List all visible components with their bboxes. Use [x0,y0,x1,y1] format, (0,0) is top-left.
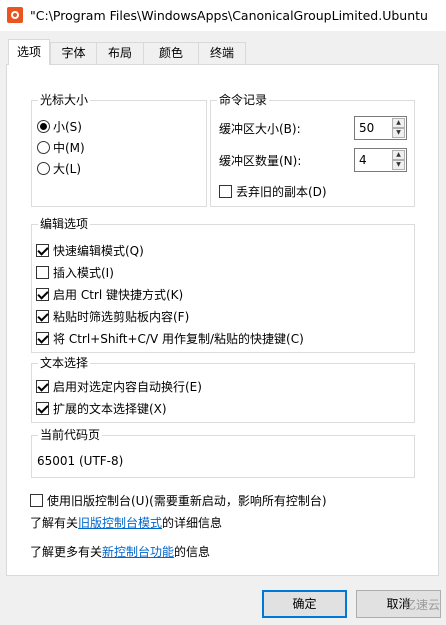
radio-medium-label: 中(M) [53,141,85,155]
tab-layout[interactable]: 布局 [96,42,144,64]
auto-wrap-option[interactable]: 启用对选定内容自动换行(E) [36,379,202,395]
buffer-size-up-arrow-icon[interactable]: ▲ [392,118,405,128]
ok-button[interactable]: 确定 [262,590,347,618]
cursor-size-large-option[interactable]: 大(L) [37,161,81,177]
new-features-suffix: 的信息 [174,545,211,559]
radio-large[interactable] [37,162,50,175]
buffer-size-down-arrow-icon[interactable]: ▼ [392,128,405,138]
buffer-count-label: 缓冲区数量(N): [219,154,302,168]
buffer-count-value[interactable]: 4 [359,153,367,168]
tab-colors[interactable]: 颜色 [143,42,199,64]
new-features-line: 了解更多有关新控制台功能的信息 [30,544,210,560]
text-selection-title: 文本选择 [38,356,91,370]
legacy-console-label: 使用旧版控制台(U)(需要重新启动，影响所有控制台) [47,494,327,508]
radio-large-label: 大(L) [53,162,82,176]
buffer-size-label: 缓冲区大小(B): [219,122,301,136]
window-title: "C:\Program Files\WindowsApps\CanonicalG… [30,8,428,23]
cursor-size-title: 光标大小 [38,93,91,107]
options-panel: 光标大小 小(S) 中(M) 大(L) 命令记录 缓冲区大小(B): 50 ▲ … [6,64,439,576]
ctrl-shortcuts-label: 启用 Ctrl 键快捷方式(K) [53,288,184,302]
radio-small-label: 小(S) [53,120,82,134]
filter-clipboard-option[interactable]: 粘贴时筛选剪贴板内容(F) [36,309,189,325]
legacy-info-suffix: 的详细信息 [162,516,223,530]
buffer-count-down-arrow-icon[interactable]: ▼ [392,160,405,170]
quick-edit-checkbox[interactable] [36,244,49,257]
discard-old-label: 丢弃旧的副本(D) [236,185,327,199]
buffer-size-value[interactable]: 50 [359,121,374,136]
filter-clipboard-checkbox[interactable] [36,310,49,323]
ctrl-shortcuts-checkbox[interactable] [36,288,49,301]
code-page-title: 当前代码页 [38,428,103,442]
auto-wrap-label: 启用对选定内容自动换行(E) [53,380,202,394]
legacy-info-line: 了解有关旧版控制台模式的详细信息 [30,515,222,531]
edit-options-group: 编辑选项 快速编辑模式(Q) 插入模式(I) 启用 Ctrl 键快捷方式(K) … [31,217,415,353]
discard-old-option[interactable]: 丢弃旧的副本(D) [219,184,327,200]
auto-wrap-checkbox[interactable] [36,380,49,393]
extended-keys-option[interactable]: 扩展的文本选择键(X) [36,401,167,417]
code-page-group: 当前代码页 65001 (UTF-8) [31,428,415,478]
ctrl-shift-cv-label: 将 Ctrl+Shift+C/V 用作复制/粘贴的快捷键(C) [53,332,304,346]
ctrl-shortcuts-option[interactable]: 启用 Ctrl 键快捷方式(K) [36,287,183,303]
extended-keys-label: 扩展的文本选择键(X) [53,402,167,416]
radio-small[interactable] [37,120,50,133]
quick-edit-option[interactable]: 快速编辑模式(Q) [36,243,144,259]
new-features-prefix: 了解更多有关 [30,545,103,559]
legacy-console-checkbox[interactable] [30,494,43,507]
legacy-console-option[interactable]: 使用旧版控制台(U)(需要重新启动，影响所有控制台) [30,493,327,509]
buffer-count-up-arrow-icon[interactable]: ▲ [392,150,405,160]
discard-old-checkbox[interactable] [219,185,232,198]
command-history-title: 命令记录 [217,93,270,107]
buffer-count-spinner[interactable]: 4 ▲ ▼ [354,148,407,172]
quick-edit-label: 快速编辑模式(Q) [53,244,144,258]
filter-clipboard-label: 粘贴时筛选剪贴板内容(F) [53,310,190,324]
tab-options[interactable]: 选项 [8,39,50,65]
buffer-size-spinner[interactable]: 50 ▲ ▼ [354,116,407,140]
title-bar: "C:\Program Files\WindowsApps\CanonicalG… [0,0,446,31]
radio-medium[interactable] [37,141,50,154]
legacy-info-prefix: 了解有关 [30,516,79,530]
extended-keys-checkbox[interactable] [36,402,49,415]
code-page-value: 65001 (UTF-8) [37,454,124,468]
ubuntu-app-icon[interactable] [7,7,23,23]
new-console-features-link[interactable]: 新控制台功能 [102,545,174,559]
insert-mode-checkbox[interactable] [36,266,49,279]
watermark-logo: 亿速云 [404,598,441,612]
cursor-size-small-option[interactable]: 小(S) [37,119,82,135]
legacy-console-link[interactable]: 旧版控制台模式 [78,516,162,530]
insert-mode-label: 插入模式(I) [53,266,114,280]
ctrl-shift-cv-option[interactable]: 将 Ctrl+Shift+C/V 用作复制/粘贴的快捷键(C) [36,331,304,347]
cursor-size-group: 光标大小 小(S) 中(M) 大(L) [31,93,207,207]
insert-mode-option[interactable]: 插入模式(I) [36,265,114,281]
text-selection-group: 文本选择 启用对选定内容自动换行(E) 扩展的文本选择键(X) [31,356,415,423]
ctrl-shift-cv-checkbox[interactable] [36,332,49,345]
edit-options-title: 编辑选项 [38,217,91,231]
tab-font[interactable]: 字体 [50,42,97,64]
command-history-group: 命令记录 缓冲区大小(B): 50 ▲ ▼ 缓冲区数量(N): 4 ▲ ▼ 丢弃… [210,93,415,207]
tab-terminal[interactable]: 终端 [198,42,246,64]
cursor-size-medium-option[interactable]: 中(M) [37,140,85,156]
